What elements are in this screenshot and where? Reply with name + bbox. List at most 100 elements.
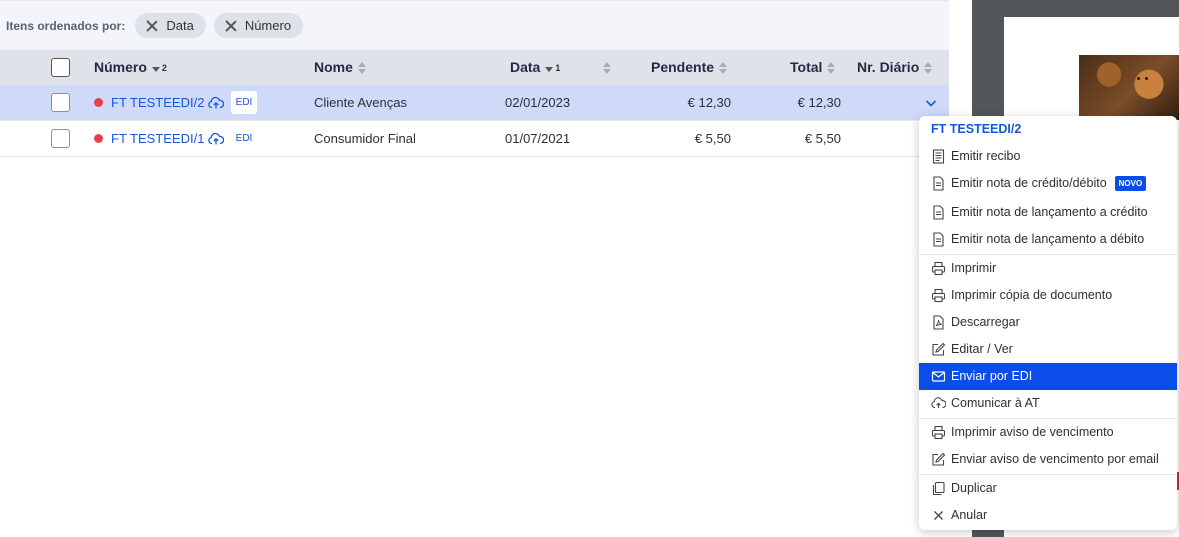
column-header-label: Número bbox=[94, 59, 147, 75]
sort-order-index: 1 bbox=[555, 62, 561, 73]
sort-icon bbox=[602, 61, 612, 75]
sort-label: Itens ordenados por: bbox=[6, 18, 126, 33]
document-date: 01/07/2021 bbox=[505, 131, 571, 146]
copy-icon bbox=[932, 481, 945, 496]
document-icon bbox=[933, 205, 944, 220]
document-actions-menu: FT TESTEEDI/2 Emitir recibo Emitir nota … bbox=[919, 116, 1177, 530]
menu-item-nota-credito-debito[interactable]: Emitir nota de crédito/débito NOVO bbox=[919, 170, 1177, 197]
preview-image bbox=[1079, 55, 1179, 120]
pending-amount: € 5,50 bbox=[694, 131, 731, 146]
sort-filter-bar: Itens ordenados por: Data Número bbox=[0, 0, 949, 50]
cloud-upload-icon[interactable] bbox=[208, 96, 224, 110]
client-name: Consumidor Final bbox=[314, 131, 416, 146]
menu-item-label: Enviar aviso de vencimento por email bbox=[951, 452, 1159, 466]
printer-icon bbox=[931, 261, 946, 276]
menu-item-descarregar[interactable]: Descarregar bbox=[919, 309, 1177, 336]
menu-item-enviar-edi[interactable]: Enviar por EDI bbox=[919, 363, 1177, 390]
menu-item-label: Imprimir cópia de documento bbox=[951, 288, 1113, 302]
menu-item-label: Comunicar à AT bbox=[951, 396, 1040, 410]
document-icon bbox=[933, 176, 944, 191]
menu-item-label: Emitir recibo bbox=[951, 149, 1021, 163]
row-checkbox[interactable] bbox=[51, 129, 70, 148]
cloud-upload-icon[interactable] bbox=[208, 132, 224, 146]
table-row[interactable]: FT TESTEEDI/1 EDI Consumidor Final 01/07… bbox=[0, 121, 949, 157]
menu-item-label: Anular bbox=[951, 508, 988, 522]
column-header-data[interactable]: Data 1 bbox=[510, 50, 560, 85]
sort-desc-icon bbox=[544, 61, 554, 75]
total-amount: € 5,50 bbox=[804, 131, 841, 146]
document-icon bbox=[933, 232, 944, 247]
table-row[interactable]: FT TESTEEDI/2 EDI Cliente Avenças 02/01/… bbox=[0, 85, 949, 121]
edi-badge[interactable]: EDI bbox=[231, 127, 257, 150]
menu-title: FT TESTEEDI/2 bbox=[931, 122, 1022, 136]
column-sort-toggle[interactable] bbox=[598, 50, 612, 85]
menu-item-label: Duplicar bbox=[951, 481, 997, 495]
status-dot bbox=[94, 134, 103, 143]
sort-icon bbox=[718, 61, 728, 75]
menu-item-label: Imprimir aviso de vencimento bbox=[951, 425, 1114, 439]
client-name: Cliente Avenças bbox=[314, 95, 407, 110]
row-checkbox[interactable] bbox=[51, 93, 70, 112]
menu-item-comunicar-at[interactable]: Comunicar à AT bbox=[919, 390, 1177, 417]
column-header-numero[interactable]: Número 2 bbox=[94, 50, 167, 85]
column-header-label: Nome bbox=[314, 59, 353, 75]
menu-item-imprimir-aviso[interactable]: Imprimir aviso de vencimento bbox=[919, 419, 1177, 446]
close-icon[interactable] bbox=[224, 19, 238, 33]
sort-chip-data[interactable]: Data bbox=[135, 13, 206, 38]
sort-icon bbox=[923, 61, 933, 75]
edit-icon bbox=[932, 452, 946, 466]
menu-item-label: Emitir nota de lançamento a débito bbox=[951, 232, 1145, 246]
menu-item-lancamento-debito[interactable]: Emitir nota de lançamento a débito bbox=[919, 226, 1177, 253]
receipt-icon bbox=[932, 149, 945, 164]
column-header-pendente[interactable]: Pendente bbox=[651, 50, 728, 85]
column-header-label: Data bbox=[510, 59, 541, 75]
menu-item-imprimir-copia[interactable]: Imprimir cópia de documento bbox=[919, 282, 1177, 309]
cloud-upload-icon bbox=[931, 397, 946, 409]
column-header-label: Total bbox=[790, 59, 823, 75]
menu-item-enviar-aviso-email[interactable]: Enviar aviso de vencimento por email bbox=[919, 446, 1177, 473]
close-icon[interactable] bbox=[145, 19, 159, 33]
menu-item-label: Editar / Ver bbox=[951, 342, 1013, 356]
menu-item-label: Emitir nota de crédito/débito bbox=[951, 176, 1107, 190]
column-header-nome[interactable]: Nome bbox=[314, 50, 367, 85]
status-dot bbox=[94, 98, 103, 107]
menu-item-lancamento-credito[interactable]: Emitir nota de lançamento a crédito bbox=[919, 199, 1177, 226]
close-icon bbox=[934, 511, 943, 520]
column-header-diario[interactable]: Nr. Diário bbox=[857, 50, 933, 85]
sort-chip-numero[interactable]: Número bbox=[213, 13, 304, 38]
pdf-icon bbox=[933, 315, 944, 330]
documents-list-area: Itens ordenados por: Data Número Número 2… bbox=[0, 0, 972, 537]
menu-item-label: Imprimir bbox=[951, 261, 997, 275]
sort-chip-label: Data bbox=[166, 18, 194, 33]
envelope-icon bbox=[931, 371, 946, 382]
document-number-link[interactable]: FT TESTEEDI/2 bbox=[111, 85, 204, 121]
edit-icon bbox=[932, 342, 946, 356]
table-header: Número 2 Nome Data 1 Pendente Total Nr. Di… bbox=[0, 50, 949, 85]
total-amount: € 12,30 bbox=[797, 95, 841, 110]
column-header-total[interactable]: Total bbox=[790, 50, 836, 85]
sort-chip-label: Número bbox=[244, 18, 292, 33]
edi-badge[interactable]: EDI bbox=[231, 91, 257, 114]
document-date: 02/01/2023 bbox=[505, 95, 571, 110]
chevron-down-icon[interactable] bbox=[925, 97, 937, 109]
printer-icon bbox=[931, 425, 946, 440]
sort-desc-icon bbox=[151, 61, 161, 75]
select-all-checkbox[interactable] bbox=[51, 58, 70, 77]
menu-item-imprimir[interactable]: Imprimir bbox=[919, 255, 1177, 282]
menu-item-label: Enviar por EDI bbox=[951, 369, 1033, 383]
menu-item-editar-ver[interactable]: Editar / Ver bbox=[919, 336, 1177, 363]
pending-amount: € 12,30 bbox=[687, 95, 731, 110]
menu-item-duplicar[interactable]: Duplicar bbox=[919, 475, 1177, 502]
document-number-link[interactable]: FT TESTEEDI/1 bbox=[111, 121, 204, 157]
printer-icon bbox=[931, 288, 946, 303]
menu-item-emitir-recibo[interactable]: Emitir recibo bbox=[919, 143, 1177, 170]
sort-icon bbox=[357, 61, 367, 75]
column-header-label: Nr. Diário bbox=[857, 59, 920, 75]
column-header-label: Pendente bbox=[651, 59, 715, 75]
new-badge: NOVO bbox=[1114, 176, 1147, 191]
menu-item-anular[interactable]: Anular bbox=[919, 502, 1177, 529]
menu-item-label: Emitir nota de lançamento a crédito bbox=[951, 205, 1148, 219]
menu-item-label: Descarregar bbox=[951, 315, 1020, 329]
sort-order-index: 2 bbox=[161, 62, 167, 73]
sort-icon bbox=[826, 61, 836, 75]
